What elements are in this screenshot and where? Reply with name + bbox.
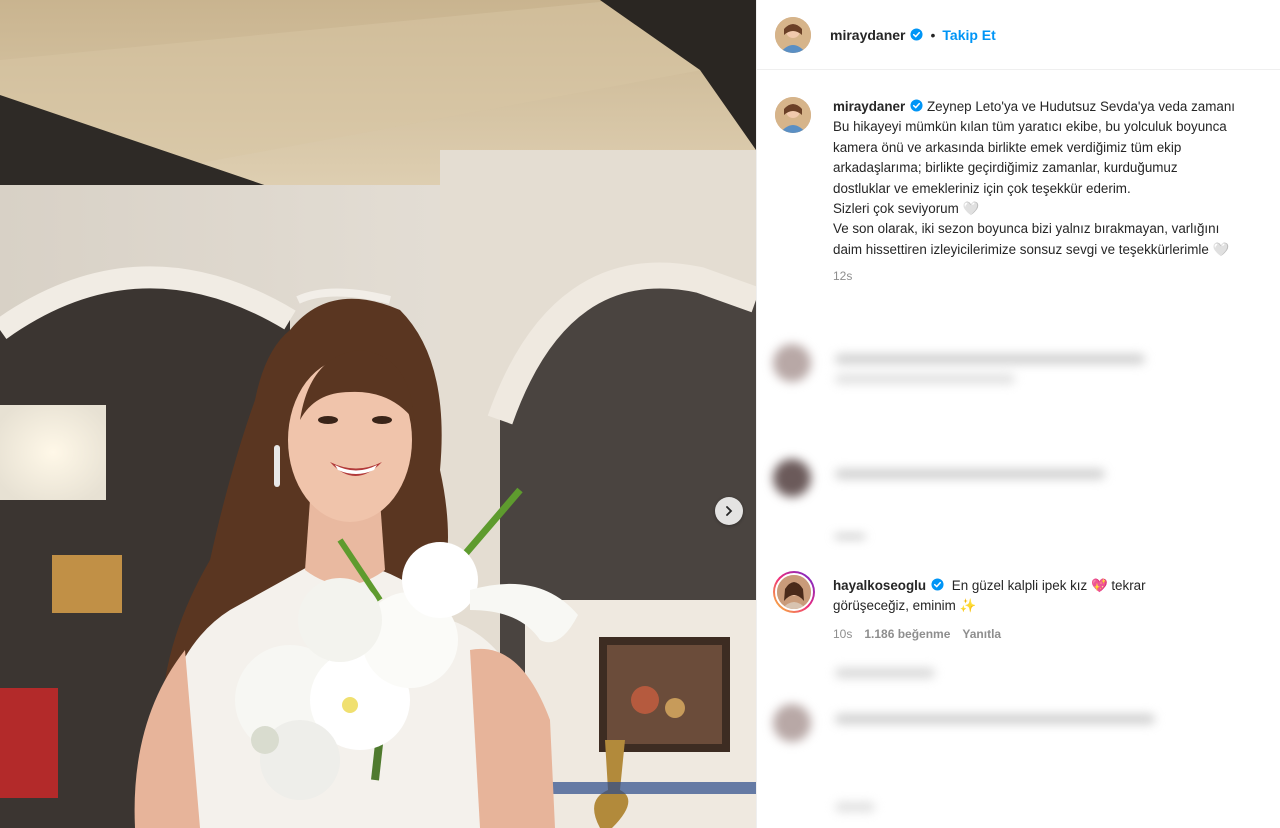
blurred-text <box>835 535 865 538</box>
comment-likes[interactable]: 1.186 beğenme <box>864 627 950 641</box>
comment-meta: 10s 1.186 beğenme Yanıtla <box>833 627 1001 641</box>
blurred-avatar <box>773 459 811 497</box>
blurred-text <box>835 668 935 678</box>
caption-line: kamera önü ve arkasında birlikte emek ve… <box>833 139 1182 155</box>
author-avatar[interactable] <box>775 16 811 53</box>
comment-text-line: görüşeceğiz, eminim ✨ <box>833 598 977 614</box>
profile-picture <box>777 575 811 609</box>
blurred-text <box>835 374 1015 384</box>
blurred-text <box>835 714 1155 724</box>
comment-text-line: En güzel kalpli ipek kız 💖 tekrar <box>951 578 1146 593</box>
post-sidebar: miraydaner • Takip Et miraydaner Zeynep … <box>756 0 1280 828</box>
photo-scene <box>0 0 756 828</box>
profile-picture <box>775 97 811 133</box>
caption-line: daim hissettiren izleyicilerimize sonsuz… <box>833 241 1230 257</box>
caption-line: Zeynep Leto'ya ve Hudutsuz Sevda'ya veda… <box>926 99 1236 114</box>
caption-timestamp[interactable]: 12s <box>833 269 852 283</box>
verified-badge-icon <box>931 578 944 591</box>
blurred-text <box>835 469 1105 479</box>
blurred-text <box>835 802 875 812</box>
commenter-username[interactable]: hayalkoseoglu <box>833 578 926 593</box>
blurred-avatar <box>773 704 811 742</box>
verified-badge-icon <box>910 28 924 41</box>
follow-button[interactable]: Takip Et <box>942 27 995 43</box>
comment-timestamp[interactable]: 10s <box>833 627 852 641</box>
comment-text: hayalkoseoglu En güzel kalpli ipek kız 💖… <box>833 576 1273 617</box>
caption-line: arkadaşlarıma; birlikte geçirdiğimiz zam… <box>833 160 1178 176</box>
next-photo-button[interactable] <box>715 497 743 525</box>
commenter-avatar[interactable] <box>773 571 815 613</box>
caption-line: Bu hikayeyi mümkün kılan tüm yaratıcı ek… <box>833 119 1227 135</box>
blurred-text <box>835 354 1145 364</box>
caption-text: miraydaner Zeynep Leto'ya ve Hudutsuz Se… <box>833 97 1280 260</box>
header-separator: • <box>930 26 936 43</box>
caption-line-1: miraydaner Zeynep Leto'ya ve Hudutsuz Se… <box>833 97 1280 117</box>
verified-badge-icon <box>910 99 923 112</box>
caption-line: Ve son olarak, iki sezon boyunca bizi ya… <box>833 221 1220 237</box>
blurred-comment <box>773 662 1253 822</box>
caption-author-avatar[interactable] <box>775 97 811 133</box>
comment-line-1: hayalkoseoglu En güzel kalpli ipek kız 💖… <box>833 576 1273 596</box>
caption-line: Sizleri çok seviyorum 🤍 <box>833 201 980 217</box>
post-photo[interactable] <box>0 0 756 828</box>
post-header: miraydaner • Takip Et <box>757 0 1280 70</box>
caption-line: dostluklar ve emekleriniz için çok teşek… <box>833 180 1131 196</box>
blurred-comment <box>773 338 1253 398</box>
caption-username[interactable]: miraydaner <box>833 99 905 114</box>
blurred-comment <box>773 455 1253 545</box>
reply-button[interactable]: Yanıtla <box>962 627 1001 641</box>
blurred-avatar <box>773 344 811 382</box>
chevron-right-icon <box>726 506 733 516</box>
author-username[interactable]: miraydaner <box>830 27 905 43</box>
profile-picture <box>775 16 811 53</box>
